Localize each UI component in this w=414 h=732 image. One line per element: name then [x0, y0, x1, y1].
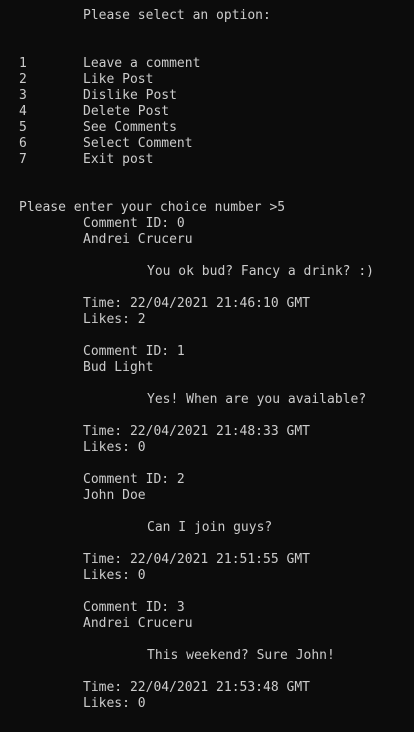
choice-prompt[interactable]: Please enter your choice number >5: [19, 200, 285, 216]
menu-number-6: 6: [19, 136, 27, 151]
comment-author: Andrei Cruceru: [83, 232, 193, 247]
menu-item-like-post: Like Post: [83, 72, 154, 87]
menu-header: Please select an option:: [83, 8, 271, 23]
menu-number-1: 1: [19, 56, 27, 71]
comment-text: Yes! When are you available?: [147, 392, 367, 407]
menu-item-delete-post: Delete Post: [83, 104, 170, 119]
comment-id: Comment ID: 0: [83, 216, 185, 231]
menu-item-exit-post: Exit post: [83, 152, 154, 167]
comment-text: This weekend? Sure John!: [147, 648, 335, 663]
menu-number-3: 3: [19, 88, 27, 103]
menu-item-dislike-post: Dislike Post: [83, 88, 177, 103]
menu-number-5: 5: [19, 120, 27, 135]
comment-likes: Likes: 0: [83, 696, 146, 711]
comment-likes: Likes: 2: [83, 312, 146, 327]
console-window[interactable]: Please select an option: 1 Leave a comme…: [0, 0, 414, 732]
comment-id: Comment ID: 2: [83, 472, 185, 487]
comment-time: Time: 22/04/2021 21:48:33 GMT: [83, 424, 310, 439]
menu-number-2: 2: [19, 72, 27, 87]
comment-likes: Likes: 0: [83, 568, 146, 583]
comment-time: Time: 22/04/2021 21:51:55 GMT: [83, 552, 310, 567]
comment-author: Andrei Cruceru: [83, 616, 193, 631]
comment-id: Comment ID: 3: [83, 600, 185, 615]
comment-time: Time: 22/04/2021 21:53:48 GMT: [83, 680, 310, 695]
comment-text: Can I join guys?: [147, 520, 273, 535]
menu-item-select-comment: Select Comment: [83, 136, 193, 151]
menu-item-see-comments: See Comments: [83, 120, 177, 135]
comment-id: Comment ID: 1: [83, 344, 185, 359]
menu-item-leave-comment: Leave a comment: [83, 56, 201, 71]
comment-likes: Likes: 0: [83, 440, 146, 455]
comment-author: John Doe: [83, 488, 146, 503]
menu-number-7: 7: [19, 152, 27, 167]
menu-number-4: 4: [19, 104, 27, 119]
comment-text: You ok bud? Fancy a drink? :): [147, 264, 374, 279]
comment-author: Bud Light: [83, 360, 154, 375]
comment-time: Time: 22/04/2021 21:46:10 GMT: [83, 296, 310, 311]
